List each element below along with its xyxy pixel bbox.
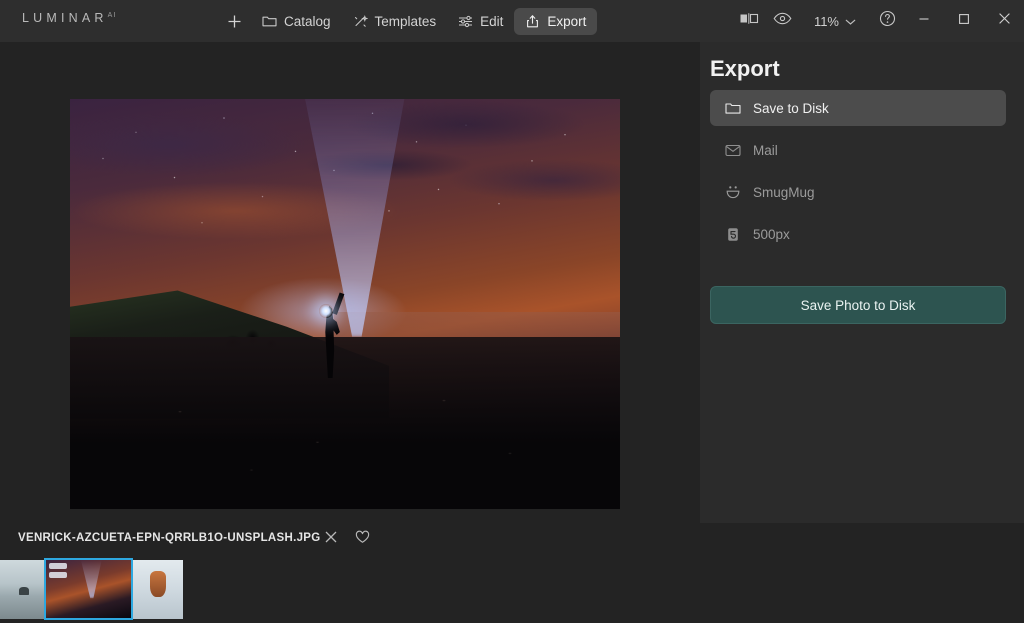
export-panel: Export Save to Disk Mail SmugMug 500px S… — [700, 42, 1024, 523]
export-option-label: Mail — [753, 142, 778, 158]
tab-edit[interactable]: Edit — [447, 8, 514, 35]
tab-export[interactable]: Export — [514, 7, 598, 35]
export-option-label: 500px — [753, 226, 790, 242]
tab-export-label: Export — [547, 13, 587, 29]
brand-superscript: AI — [107, 11, 117, 19]
save-photo-button-label: Save Photo to Disk — [800, 297, 916, 313]
thumbnail-edit-badges — [49, 563, 67, 578]
maximize-icon — [958, 12, 970, 30]
window-close-button[interactable] — [984, 0, 1024, 42]
folder-icon — [262, 14, 277, 28]
thumbnail-image — [0, 560, 48, 619]
edit-badge — [49, 572, 67, 578]
heart-icon — [355, 530, 370, 549]
tab-edit-label: Edit — [480, 13, 504, 29]
photo-pebbles-layer — [70, 369, 620, 509]
photo-flashlight-glow — [318, 304, 333, 318]
folder-icon — [724, 101, 741, 115]
chevron-down-icon — [845, 14, 856, 29]
export-destination-list: Save to Disk Mail SmugMug 500px — [710, 90, 1006, 258]
filmstrip-thumbnail-3[interactable] — [133, 560, 183, 619]
zoom-level-control[interactable]: 11% — [806, 14, 864, 29]
tab-templates[interactable]: Templates — [342, 8, 448, 35]
zoom-level-value: 11% — [813, 13, 839, 29]
envelope-icon — [724, 144, 741, 157]
filmstrip-thumbnail-1[interactable] — [0, 560, 48, 619]
plus-icon — [227, 14, 242, 29]
panel-title: Export — [710, 56, 780, 81]
toolbar-right-controls: 11% — [732, 0, 1024, 42]
eye-icon — [773, 12, 792, 30]
sparkle-icon — [353, 14, 368, 29]
export-option-mail[interactable]: Mail — [710, 132, 1006, 168]
toolbar-main-nav: Catalog Templates Edit Export — [218, 0, 598, 42]
close-icon — [324, 530, 338, 549]
tab-catalog[interactable]: Catalog — [251, 8, 342, 35]
close-icon — [998, 12, 1011, 30]
export-option-label: Save to Disk — [753, 100, 829, 116]
export-option-save-to-disk[interactable]: Save to Disk — [710, 90, 1006, 126]
brand-name: LUMINAR — [22, 11, 108, 25]
main-photo-preview[interactable] — [70, 99, 620, 509]
before-after-compare-icon — [739, 12, 759, 30]
add-photos-button[interactable] — [218, 8, 251, 35]
thumbnail-image — [133, 560, 183, 619]
sliders-icon — [458, 15, 473, 28]
compare-view-button[interactable] — [732, 0, 766, 42]
preview-toggle-button[interactable] — [766, 0, 800, 42]
filename-bar: VENRICK-AZCUETA-EPN-QRRLB1O-UNSPLASH.JPG — [0, 523, 700, 556]
export-option-smugmug[interactable]: SmugMug — [710, 174, 1006, 210]
window-maximize-button[interactable] — [944, 0, 984, 42]
export-option-label: SmugMug — [753, 184, 815, 200]
save-photo-to-disk-button[interactable]: Save Photo to Disk — [710, 286, 1006, 324]
favorite-photo-button[interactable] — [351, 528, 373, 550]
filmstrip-thumbnail-2-selected[interactable] — [44, 558, 133, 620]
smugmug-smiley-icon — [724, 185, 741, 200]
window-minimize-button[interactable] — [904, 0, 944, 42]
current-filename: VENRICK-AZCUETA-EPN-QRRLB1O-UNSPLASH.JPG — [18, 532, 321, 544]
reject-photo-button[interactable] — [320, 528, 342, 550]
help-button[interactable] — [870, 0, 904, 42]
500px-logo-icon — [724, 227, 741, 242]
app-logo: LUMINARAI — [22, 11, 116, 25]
tab-templates-label: Templates — [374, 13, 437, 29]
tab-catalog-label: Catalog — [284, 13, 331, 29]
luminar-app-window: LUMINARAI Catalog Templates Edit Export … — [0, 0, 1024, 623]
edit-badge — [49, 563, 67, 569]
minimize-icon — [918, 12, 930, 30]
help-circle-icon — [879, 10, 896, 32]
export-option-500px[interactable]: 500px — [710, 216, 1006, 252]
photo-canvas — [0, 42, 700, 523]
top-toolbar: LUMINARAI Catalog Templates Edit Export … — [0, 0, 1024, 42]
share-upload-icon — [525, 14, 540, 29]
filmstrip — [0, 556, 1024, 623]
